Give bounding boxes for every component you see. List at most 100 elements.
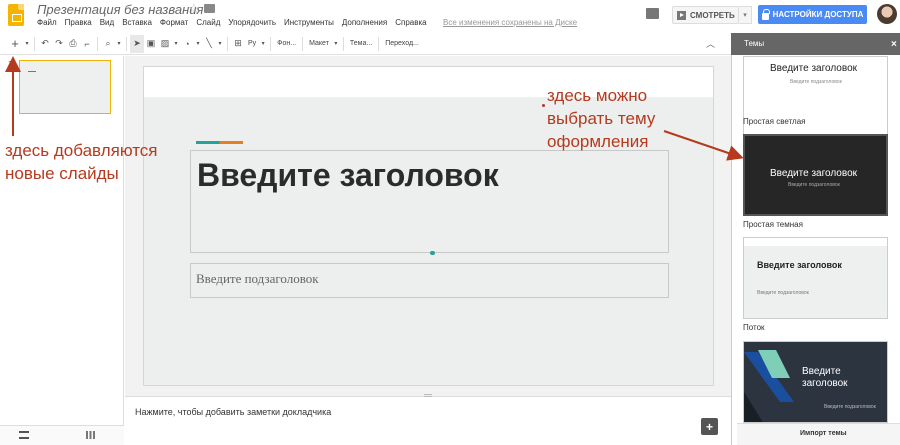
lock-icon [761,8,770,20]
new-slide-plus-icon[interactable]: + [7,35,23,53]
theme-card-simple-dark[interactable]: Введите заголовок Введите подзаголовок [743,134,888,216]
menu-help[interactable]: Справка [395,18,426,27]
menu-addons[interactable]: Дополнения [342,18,387,27]
comments-icon[interactable] [646,8,659,19]
star-icon[interactable]: ☆ [188,1,200,17]
slide-number: 1 [8,61,12,68]
print-icon[interactable]: ⎙ [66,35,80,53]
import-theme-button[interactable]: Импорт темы [800,430,847,437]
annotation-line: выбрать тему [547,109,656,128]
close-icon[interactable]: × [891,39,897,50]
subtitle-placeholder[interactable]: Введите подзаголовок [190,263,669,298]
slide-thumbnail[interactable] [19,60,111,114]
slide-title: Введите заголовок [197,157,499,193]
theme-preview-subtitle: Введите подзаголовок [757,290,809,296]
menu-view[interactable]: Вид [100,18,114,27]
line-icon[interactable]: ╲ [202,35,216,53]
explore-plus-icon[interactable]: + [701,418,718,435]
toolbar-divider [302,36,304,51]
theme-preview-subtitle: Введите подзаголовок [788,182,840,188]
theme-preview-title: Введите заголовок [757,260,842,270]
slides-logo-icon[interactable] [8,4,24,26]
annotation-dot [542,104,545,107]
avatar[interactable] [877,4,897,24]
annotation-line: новые слайды [5,164,119,183]
shape-icon[interactable]: ◔ [180,35,194,53]
share-button[interactable]: НАСТРОЙКИ ДОСТУПА [758,5,867,24]
menu-file[interactable]: Файл [37,18,57,27]
toolbar: + ▾ ↶ ↷ ⎙ ⌐ ⌕ ▾ ➤ ▣ ▨ ▾ ◔ ▾ ╲ ▾ ⊞ Ру ▾ Ф… [0,33,731,55]
title-accent-line [196,141,243,144]
toolbar-divider [378,36,380,51]
theme-card-focus[interactable]: Введите заголовок Введите подзаголовок [743,341,888,423]
theme-preview-title: Введите заголовок [770,63,858,74]
toolbar-divider [34,36,35,51]
layout-chevron-down-icon[interactable]: ▾ [332,35,340,53]
layout-button[interactable]: Макет [306,40,332,47]
undo-icon[interactable]: ↶ [38,35,52,53]
menu-arrange[interactable]: Упорядочить [228,18,276,27]
select-cursor-icon[interactable]: ➤ [130,34,144,53]
theme-preview-subtitle: Введите подзаголовок [790,79,842,85]
notes-resize-grip[interactable] [424,394,432,397]
line-chevron-down-icon[interactable]: ▾ [216,35,224,53]
text-box-icon[interactable]: ▣ [144,35,158,53]
filmstrip: 1 [0,56,124,445]
grid-view-icon[interactable] [86,431,95,439]
menu-edit[interactable]: Правка [65,18,92,27]
background-button[interactable]: Фон... [274,40,299,47]
zoom-chevron-down-icon[interactable]: ▾ [115,35,123,53]
collapse-toolbar-chevron-up-icon[interactable]: ︿ [706,37,715,50]
paint-format-icon[interactable]: ⌐ [80,35,94,53]
annotation-choose-theme: здесь можно выбрать тему оформления [547,84,655,153]
image-icon[interactable]: ▨ [158,35,172,53]
toolbar-divider [227,36,228,51]
menu-insert[interactable]: Вставка [122,18,152,27]
present-label: СМОТРЕТЬ [690,10,735,20]
image-chevron-down-icon[interactable]: ▾ [172,35,180,53]
zoom-icon[interactable]: ⌕ [101,35,115,53]
present-dropdown-chevron-down-icon[interactable]: ▾ [739,6,752,24]
language-chevron-down-icon[interactable]: ▾ [259,35,267,53]
theme-preview-title: Введите заголовок [770,168,858,179]
menu-bar: Файл Правка Вид Вставка Формат Слайд Упо… [37,18,435,27]
menu-format[interactable]: Формат [160,18,188,27]
list-view-icon[interactable] [19,431,29,439]
theme-preview-title: Введите [802,366,841,377]
redo-icon[interactable]: ↷ [52,35,66,53]
speaker-notes-field[interactable]: Нажмите, чтобы добавить заметки докладчи… [135,407,331,417]
theme-name: Простая темная [743,220,803,229]
shape-chevron-down-icon[interactable]: ▾ [194,35,202,53]
resize-handle[interactable] [430,251,435,255]
theme-name: Поток [743,323,765,332]
new-slide-chevron-down-icon[interactable]: ▾ [23,35,31,53]
transition-button[interactable]: Переход... [382,40,422,47]
input-language[interactable]: Ру [245,40,259,47]
app-header: Презентация без названия ☆ Файл Правка В… [0,0,900,33]
annotation-line: здесь добавляются [5,141,158,160]
theme-button[interactable]: Тема... [347,40,375,47]
present-button[interactable]: СМОТРЕТЬ [672,6,739,24]
toolbar-divider [342,36,344,51]
toolbar-divider [97,36,98,51]
theme-preview-title: заголовок [802,378,848,389]
theme-preview-band [744,238,887,246]
toolbar-divider [270,36,272,51]
menu-slide[interactable]: Слайд [196,18,220,27]
themes-panel-title: Темы [744,39,765,48]
toolbar-divider [126,36,127,51]
theme-preview-subtitle: Введите подзаголовок [824,404,876,410]
share-label: НАСТРОЙКИ ДОСТУПА [772,10,864,19]
menu-tools[interactable]: Инструменты [284,18,334,27]
document-title[interactable]: Презентация без названия [37,2,203,17]
save-status[interactable]: Все изменения сохранены на Диске [443,18,577,27]
theme-card-flow[interactable]: Введите заголовок Введите подзаголовок [743,237,888,319]
annotation-line: здесь можно [547,86,648,105]
annotation-new-slides: здесь добавляются новые слайды [5,139,158,185]
title-placeholder[interactable]: Введите заголовок [190,150,669,255]
play-icon [677,10,686,20]
folder-icon[interactable] [204,4,215,13]
annotation-line: оформления [547,132,649,151]
theme-name: Простая светлая [743,117,806,126]
add-comment-icon[interactable]: ⊞ [231,35,245,53]
